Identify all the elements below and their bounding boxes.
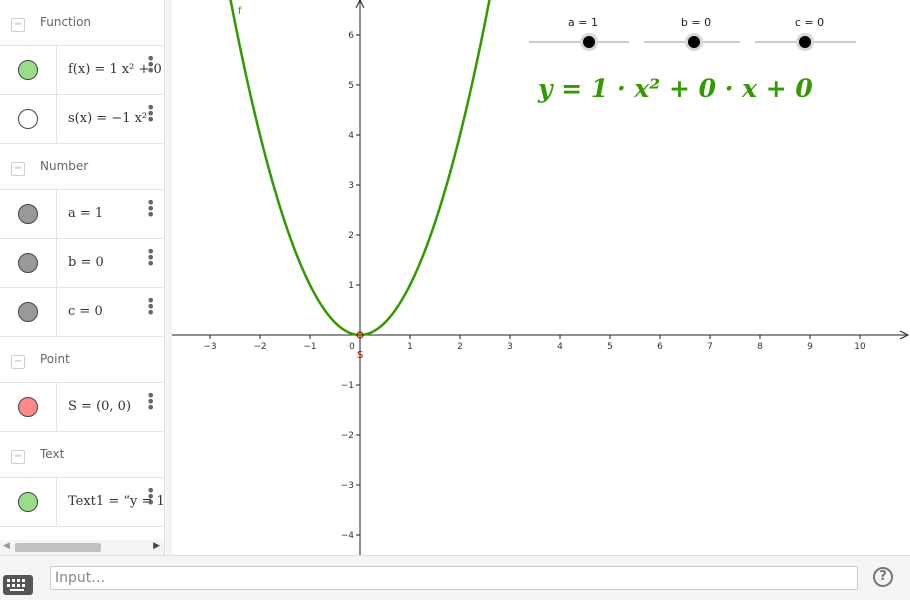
more-menu-icon[interactable]: • • • bbox=[146, 195, 155, 223]
algebra-item[interactable]: s(x) = −1 x² • • • bbox=[0, 95, 164, 144]
more-menu-icon[interactable]: • • • bbox=[146, 100, 155, 128]
x-tick-label: 6 bbox=[657, 342, 663, 352]
slider-a[interactable]: a = 1 bbox=[529, 16, 629, 51]
item-definition[interactable]: S = (0, 0) bbox=[68, 399, 131, 414]
algebra-item[interactable]: b = 0 • • • bbox=[0, 239, 164, 288]
graphics-canvas[interactable]: −3 −2 −1 0 1 2 3 4 5 6 7 8 9 10 6 5 4 3 2 1 −1 −2 −3 −4 f S a =… bbox=[172, 0, 910, 555]
more-menu-icon[interactable]: • • • bbox=[146, 51, 155, 79]
horizontal-scrollbar[interactable]: ◀ ▶ bbox=[0, 540, 164, 555]
scrollbar-thumb[interactable] bbox=[15, 543, 101, 552]
slider-b[interactable]: b = 0 bbox=[644, 16, 740, 51]
y-tick-label: 2 bbox=[348, 231, 354, 241]
algebra-item[interactable]: c = 0 • • • bbox=[0, 288, 164, 337]
row-separator bbox=[56, 190, 57, 238]
slider-knob[interactable] bbox=[583, 36, 595, 48]
row-separator bbox=[56, 288, 57, 336]
algebra-item[interactable]: S = (0, 0) • • • bbox=[0, 383, 164, 432]
category-label: Function bbox=[40, 15, 92, 29]
y-tick-label: 4 bbox=[348, 131, 354, 141]
slider-knob[interactable] bbox=[799, 36, 811, 48]
row-separator bbox=[56, 46, 57, 94]
visibility-toggle[interactable] bbox=[18, 253, 38, 273]
algebra-item[interactable]: f(x) = 1 x² + 0 x • • • bbox=[0, 46, 164, 95]
point-s-label: S bbox=[357, 350, 363, 361]
x-tick-label: 4 bbox=[557, 342, 563, 352]
category-function[interactable]: − Function bbox=[0, 0, 164, 46]
category-label: Number bbox=[40, 159, 89, 173]
slider-label: c = 0 bbox=[795, 16, 824, 29]
x-tick-label: 3 bbox=[507, 342, 513, 352]
more-menu-icon[interactable]: • • • bbox=[146, 483, 155, 511]
algebra-input[interactable] bbox=[50, 566, 858, 590]
x-tick-label: −3 bbox=[203, 342, 216, 352]
row-separator bbox=[56, 239, 57, 287]
scroll-right-icon[interactable]: ▶ bbox=[153, 541, 160, 551]
y-tick-label: −1 bbox=[341, 381, 354, 391]
y-tick-label: −2 bbox=[341, 431, 354, 441]
category-text[interactable]: − Text bbox=[0, 432, 164, 478]
visibility-toggle[interactable] bbox=[18, 109, 38, 129]
x-tick-label: 1 bbox=[407, 342, 413, 352]
visibility-toggle[interactable] bbox=[18, 60, 38, 80]
keyboard-glyph bbox=[7, 579, 25, 591]
y-tick-label: 1 bbox=[348, 281, 354, 291]
visibility-toggle[interactable] bbox=[18, 204, 38, 224]
y-tick-label: 5 bbox=[348, 81, 354, 91]
item-definition[interactable]: b = 0 bbox=[68, 255, 104, 270]
item-definition[interactable]: a = 1 bbox=[68, 206, 103, 221]
category-number[interactable]: − Number bbox=[0, 144, 164, 190]
function-f-label: f bbox=[238, 6, 242, 17]
geogebra-app: − Function f(x) = 1 x² + 0 x • • • s(x) = −1 x… bbox=[0, 0, 910, 600]
algebra-item[interactable]: a = 1 • • • bbox=[0, 190, 164, 239]
keyboard-icon[interactable] bbox=[3, 575, 33, 595]
more-menu-icon[interactable]: • • • bbox=[146, 388, 155, 416]
algebra-view: − Function f(x) = 1 x² + 0 x • • • s(x) = −1 x… bbox=[0, 0, 165, 555]
x-tick-label: 9 bbox=[807, 342, 813, 352]
graphics-view[interactable]: −3 −2 −1 0 1 2 3 4 5 6 7 8 9 10 6 5 4 3 2 1 −1 −2 −3 −4 f S a =… bbox=[172, 0, 910, 555]
row-separator bbox=[56, 383, 57, 431]
x-tick-label: −1 bbox=[303, 342, 316, 352]
visibility-toggle[interactable] bbox=[18, 397, 38, 417]
scroll-left-icon[interactable]: ◀ bbox=[3, 541, 10, 551]
category-point[interactable]: − Point bbox=[0, 337, 164, 383]
visibility-toggle[interactable] bbox=[18, 302, 38, 322]
more-menu-icon[interactable]: • • • bbox=[146, 244, 155, 272]
y-tick-label: −3 bbox=[341, 481, 354, 491]
row-separator bbox=[56, 478, 57, 526]
y-tick-label: 6 bbox=[348, 31, 354, 41]
collapse-icon[interactable]: − bbox=[11, 450, 25, 464]
input-bar bbox=[0, 555, 910, 600]
more-menu-icon[interactable]: • • • bbox=[146, 293, 155, 321]
x-tick-label: 8 bbox=[757, 342, 763, 352]
row-separator bbox=[56, 95, 57, 143]
x-tick-label: 5 bbox=[607, 342, 613, 352]
category-label: Point bbox=[40, 352, 70, 366]
formula-text: y = 1 · x² + 0 · x + 0 bbox=[537, 74, 813, 103]
x-tick-label: 7 bbox=[707, 342, 713, 352]
collapse-icon[interactable]: − bbox=[11, 162, 25, 176]
sliders: a = 1 b = 0 c = 0 bbox=[529, 16, 856, 51]
x-tick-label: 2 bbox=[457, 342, 463, 352]
slider-label: a = 1 bbox=[568, 16, 598, 29]
category-label: Text bbox=[40, 447, 65, 461]
y-tick-label: −4 bbox=[341, 531, 355, 541]
slider-label: b = 0 bbox=[681, 16, 711, 29]
algebra-list: − Function f(x) = 1 x² + 0 x • • • s(x) = −1 x… bbox=[0, 0, 164, 527]
slider-c[interactable]: c = 0 bbox=[755, 16, 856, 51]
item-definition[interactable]: c = 0 bbox=[68, 304, 103, 319]
collapse-icon[interactable]: − bbox=[11, 355, 25, 369]
slider-knob[interactable] bbox=[688, 36, 700, 48]
item-definition[interactable]: s(x) = −1 x² bbox=[68, 111, 147, 126]
x-tick-label: −2 bbox=[253, 342, 266, 352]
x-tick-label: 0 bbox=[349, 342, 355, 352]
visibility-toggle[interactable] bbox=[18, 492, 38, 512]
axis-tick-labels: −3 −2 −1 0 1 2 3 4 5 6 7 8 9 10 6 5 4 3 2 1 −1 −2 −3 −4 bbox=[203, 31, 866, 541]
help-icon[interactable]: ? bbox=[873, 567, 893, 587]
collapse-icon[interactable]: − bbox=[11, 18, 25, 32]
x-tick-label: 10 bbox=[854, 342, 866, 352]
y-tick-label: 3 bbox=[348, 181, 354, 191]
algebra-item[interactable]: Text1 = “y = 1 • • • bbox=[0, 478, 164, 527]
